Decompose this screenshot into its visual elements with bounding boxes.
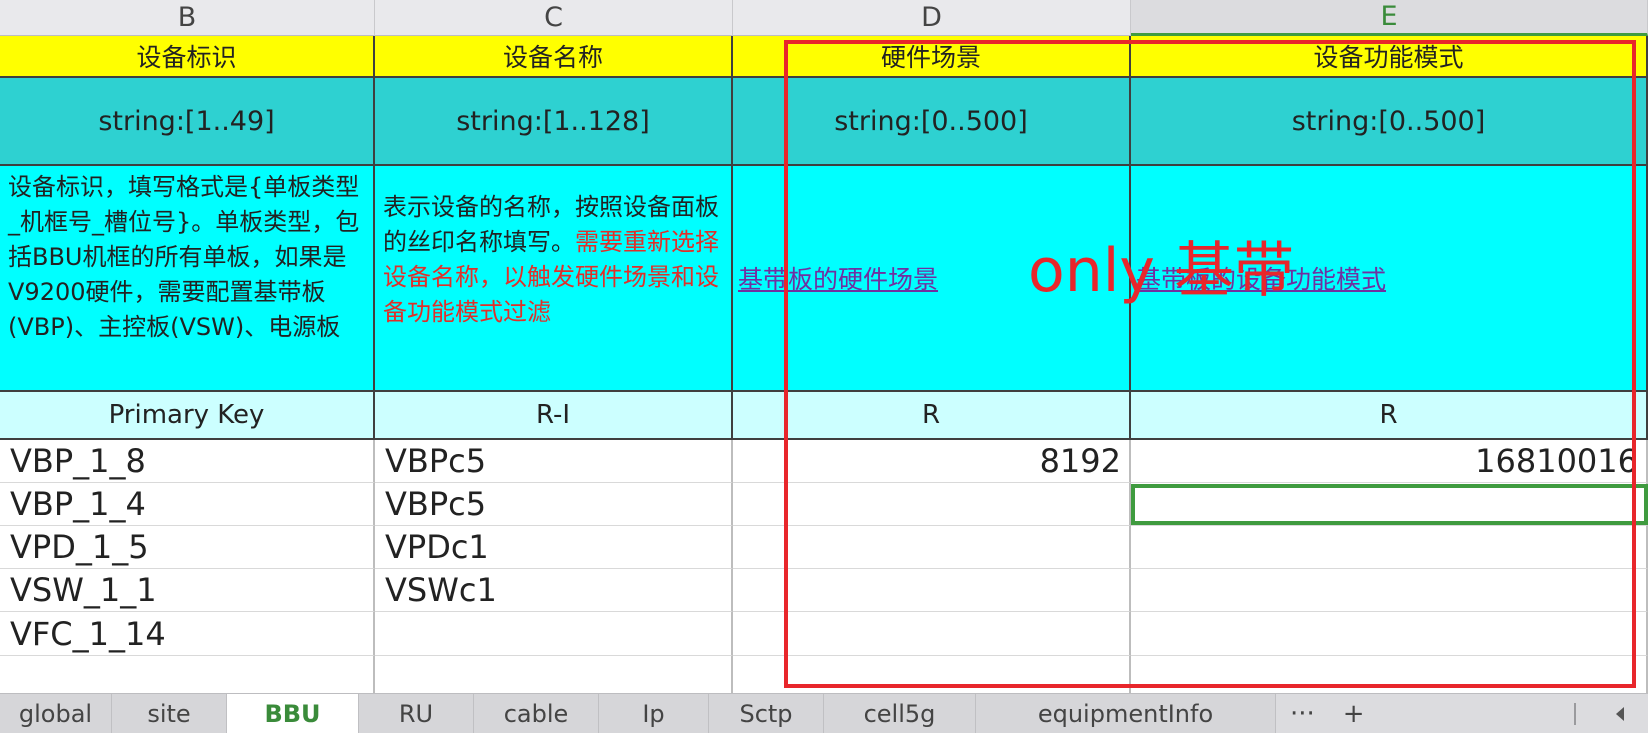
column-header-d[interactable]: D	[733, 0, 1131, 36]
spreadsheet-grid: B C D E 设备标识 设备名称 硬件场景 设备功能模式 string:[1.…	[0, 0, 1648, 693]
tab-sctp[interactable]: Sctp	[709, 694, 824, 733]
table-row-cell-b[interactable]: VFC_1_14	[0, 612, 375, 656]
add-sheet-icon[interactable]: +	[1329, 699, 1379, 729]
column-header-b[interactable]: B	[0, 0, 375, 36]
cell-b-type[interactable]: string:[1..49]	[0, 78, 375, 166]
tab-bbu[interactable]: BBU	[227, 694, 359, 733]
cell-c-type[interactable]: string:[1..128]	[375, 78, 733, 166]
table-row-cell-c[interactable]: VSWc1	[375, 569, 733, 612]
scroll-divider	[1574, 702, 1576, 725]
column-header-c[interactable]: C	[375, 0, 733, 36]
tab-ip[interactable]: Ip	[599, 694, 709, 733]
description-text: 设备标识，填写格式是{单板类型_机框号_槽位号}。单板类型，包括BBU机框的所有…	[8, 173, 360, 341]
cell-c-field-name[interactable]: 设备名称	[375, 36, 733, 78]
annotation-box	[784, 40, 1636, 688]
tab-global[interactable]: global	[0, 694, 112, 733]
table-row-cell-b[interactable]: VPD_1_5	[0, 526, 375, 569]
tab-equipmentinfo[interactable]: equipmentInfo	[976, 694, 1276, 733]
description-text: 表示设备的名称，按照设备面板的丝印名称填写。需要重新选择设备名称，以触发硬件场景…	[375, 166, 731, 334]
table-row-cell-b[interactable]: VSW_1_1	[0, 569, 375, 612]
column-header-e[interactable]: E	[1131, 0, 1648, 36]
table-row-cell-c[interactable]: VPDc1	[375, 526, 733, 569]
cell-b-description[interactable]: 设备标识，填写格式是{单板类型_机框号_槽位号}。单板类型，包括BBU机框的所有…	[0, 166, 375, 392]
cell-c-description[interactable]: 表示设备的名称，按照设备面板的丝印名称填写。需要重新选择设备名称，以触发硬件场景…	[375, 166, 733, 392]
tab-ru[interactable]: RU	[359, 694, 474, 733]
table-row-cell-b[interactable]: VBP_1_8	[0, 440, 375, 483]
table-row-cell-c[interactable]	[375, 612, 733, 656]
table-row-cell-c[interactable]: VBPc5	[375, 483, 733, 526]
cell-b-key[interactable]: Primary Key	[0, 392, 375, 440]
cell-c-key[interactable]: R-I	[375, 392, 733, 440]
table-row-cell-b[interactable]	[0, 656, 375, 693]
cell-b-field-name[interactable]: 设备标识	[0, 36, 375, 78]
tab-site[interactable]: site	[112, 694, 227, 733]
table-row-cell-c[interactable]	[375, 656, 733, 693]
sheet-tab-bar: global site BBU RU cable Ip Sctp cell5g …	[0, 693, 1648, 733]
table-row-cell-c[interactable]: VBPc5	[375, 440, 733, 483]
tab-cell5g[interactable]: cell5g	[824, 694, 976, 733]
scroll-left-icon[interactable]	[1616, 706, 1624, 721]
tab-cable[interactable]: cable	[474, 694, 599, 733]
annotation-text: only 基带	[1028, 236, 1294, 306]
more-tabs-icon[interactable]: ···	[1276, 699, 1329, 729]
table-row-cell-b[interactable]: VBP_1_4	[0, 483, 375, 526]
